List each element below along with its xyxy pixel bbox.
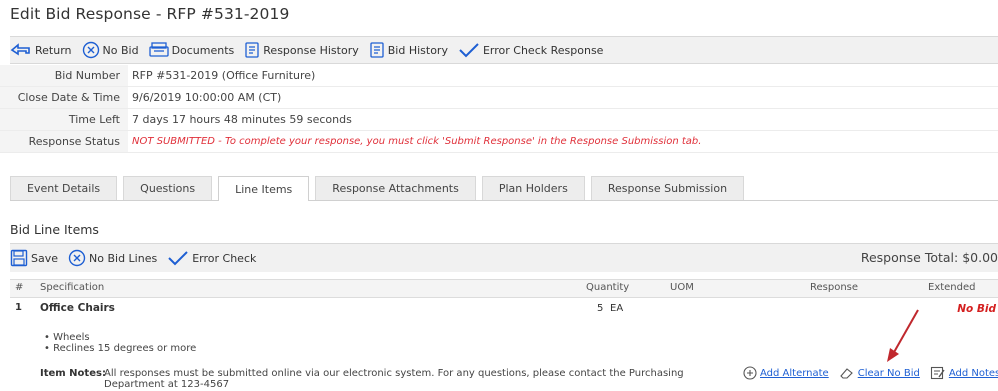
documents-icon bbox=[148, 42, 169, 57]
no-bid-label: No Bid bbox=[102, 43, 139, 57]
error-check-icon bbox=[459, 43, 479, 58]
tab-response-submission[interactable]: Response Submission bbox=[590, 176, 745, 200]
no-bid-button[interactable]: No Bid bbox=[82, 41, 139, 59]
response-history-label: Response History bbox=[263, 43, 359, 57]
return-label: Return bbox=[35, 43, 72, 57]
line-items-toolbar: Save No Bid Lines Error Check Response T… bbox=[10, 243, 998, 272]
info-label: Bid Number bbox=[0, 65, 128, 86]
save-icon bbox=[10, 249, 28, 267]
tab-event-details[interactable]: Event Details bbox=[10, 176, 118, 200]
no-bid-lines-icon bbox=[68, 249, 86, 267]
return-button[interactable]: Return bbox=[10, 43, 72, 57]
col-header-quantity: Quantity bbox=[586, 282, 630, 293]
response-history-icon bbox=[245, 42, 259, 58]
info-row-bid-number: Bid Number RFP #531-2019 (Office Furnitu… bbox=[0, 65, 998, 87]
annotation-arrow-icon bbox=[887, 309, 919, 362]
response-status-warning: NOT SUBMITTED - To complete your respons… bbox=[132, 136, 702, 147]
error-check-button[interactable]: Error Check bbox=[167, 250, 256, 266]
bid-info-table: Bid Number RFP #531-2019 (Office Furnitu… bbox=[0, 65, 998, 153]
item-specification: Office Chairs bbox=[40, 302, 115, 314]
info-value: 7 days 17 hours 48 minutes 59 seconds bbox=[132, 113, 352, 126]
item-notes-text: All responses must be submitted online v… bbox=[104, 368, 684, 390]
item-notes-label: Item Notes: bbox=[40, 368, 106, 379]
table-row: 1 Office Chairs 5 EA No Bid Wheels Recli… bbox=[10, 297, 998, 391]
add-notes-link[interactable]: Add Notes bbox=[949, 368, 998, 379]
documents-button[interactable]: Documents bbox=[148, 42, 235, 58]
col-header-extended: Extended bbox=[928, 282, 976, 293]
info-label: Close Date & Time bbox=[0, 87, 128, 108]
tab-questions[interactable]: Questions bbox=[123, 176, 213, 200]
col-header-response: Response bbox=[810, 282, 859, 293]
info-label: Time Left bbox=[0, 109, 128, 130]
item-quantity: 5 bbox=[597, 303, 604, 314]
tab-line-items[interactable]: Line Items bbox=[218, 176, 310, 201]
col-header-specification: Specification bbox=[40, 282, 105, 293]
bid-history-button[interactable]: Bid History bbox=[369, 41, 448, 59]
col-header-number: # bbox=[15, 282, 24, 293]
list-item: Reclines 15 degrees or more bbox=[44, 343, 196, 354]
error-check-icon bbox=[168, 251, 188, 266]
col-header-uom: UOM bbox=[670, 282, 694, 293]
eraser-icon bbox=[839, 368, 853, 379]
error-check-label: Error Check bbox=[192, 251, 257, 265]
return-icon bbox=[10, 43, 30, 56]
info-value: 9/6/2019 10:00:00 AM (CT) bbox=[132, 91, 282, 104]
add-alternate-link[interactable]: Add Alternate bbox=[760, 368, 829, 379]
row-actions: Add Alternate Clear No Bid Add Notes bbox=[743, 366, 998, 380]
list-item: Wheels bbox=[44, 332, 196, 343]
tab-response-attachments[interactable]: Response Attachments bbox=[315, 176, 476, 200]
row-number: 1 bbox=[15, 302, 22, 313]
tab-bar: Event Details Questions Line Items Respo… bbox=[10, 176, 998, 201]
no-bid-icon bbox=[82, 41, 99, 59]
error-check-response-button[interactable]: Error Check Response bbox=[458, 42, 603, 58]
info-row-response-status: Response Status NOT SUBMITTED - To compl… bbox=[0, 131, 998, 153]
item-uom: EA bbox=[610, 303, 624, 314]
spec-bullet-list: Wheels Reclines 15 degrees or more bbox=[44, 332, 196, 354]
no-bid-lines-button[interactable]: No Bid Lines bbox=[68, 249, 157, 267]
response-total: Response Total: $0.00 bbox=[860, 250, 998, 265]
info-row-time-left: Time Left 7 days 17 hours 48 minutes 59 … bbox=[0, 109, 998, 131]
no-bid-status: No Bid bbox=[957, 303, 996, 315]
add-circle-icon bbox=[743, 366, 757, 380]
no-bid-lines-label: No Bid Lines bbox=[89, 251, 158, 265]
section-title: Bid Line Items bbox=[10, 222, 99, 237]
bid-history-icon bbox=[370, 42, 384, 58]
clear-no-bid-link[interactable]: Clear No Bid bbox=[858, 368, 920, 379]
save-label: Save bbox=[31, 251, 59, 265]
error-check-response-label: Error Check Response bbox=[482, 43, 604, 57]
tab-plan-holders[interactable]: Plan Holders bbox=[481, 176, 585, 200]
response-history-button[interactable]: Response History bbox=[244, 41, 359, 59]
bid-history-label: Bid History bbox=[387, 43, 448, 57]
info-value: RFP #531-2019 (Office Furniture) bbox=[132, 69, 316, 82]
info-label: Response Status bbox=[0, 131, 128, 152]
line-items-grid-header: # Specification Quantity UOM Response Ex… bbox=[10, 279, 998, 298]
documents-label: Documents bbox=[171, 43, 235, 57]
main-toolbar: Return No Bid Documents Response History… bbox=[10, 36, 998, 64]
info-row-close-date: Close Date & Time 9/6/2019 10:00:00 AM (… bbox=[0, 87, 998, 109]
page-title: Edit Bid Response - RFP #531-2019 bbox=[10, 5, 290, 23]
add-notes-icon bbox=[930, 366, 945, 380]
save-button[interactable]: Save bbox=[10, 249, 58, 267]
